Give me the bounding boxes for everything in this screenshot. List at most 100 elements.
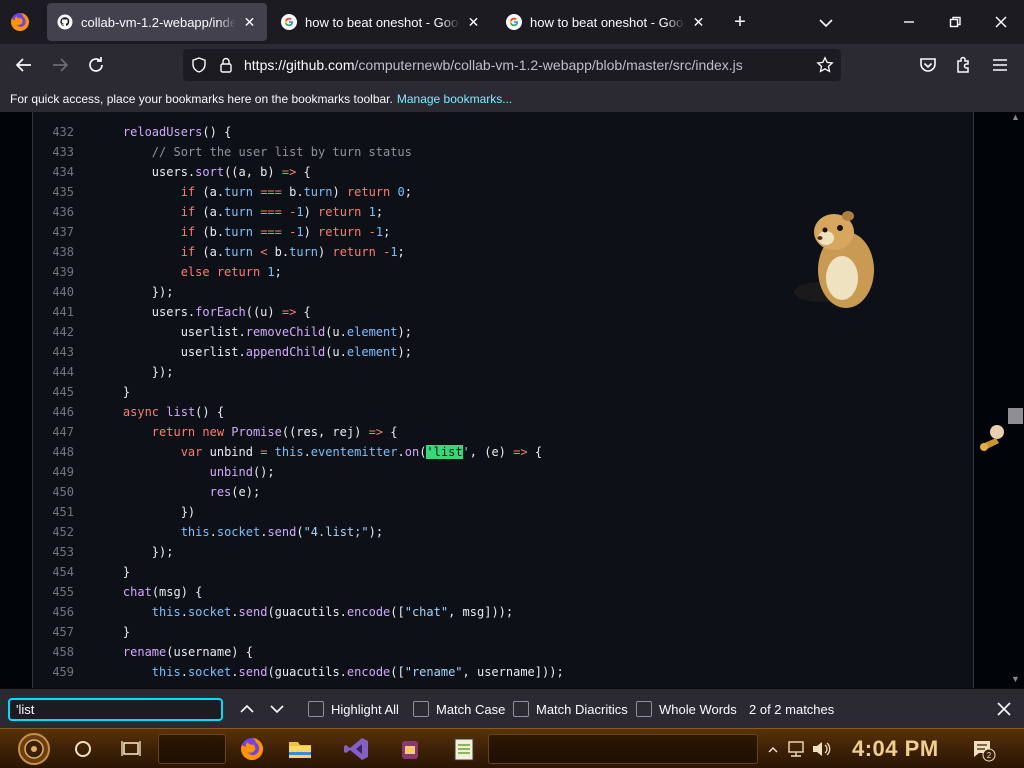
code-line: 434 users.sort((a, b) => { [33,162,973,182]
line-number[interactable]: 435 [33,182,74,202]
line-number[interactable]: 437 [33,222,74,242]
pocket-icon[interactable] [916,53,940,77]
line-number[interactable]: 459 [33,662,74,682]
tracking-protection-shield-icon[interactable] [190,56,208,74]
scrollbar-thumb[interactable] [1008,408,1023,424]
close-window-icon[interactable] [989,10,1013,34]
firefox-taskbar-icon[interactable] [238,733,266,765]
line-number[interactable]: 449 [33,462,74,482]
line-number[interactable]: 440 [33,282,74,302]
find-next-icon[interactable] [267,699,287,719]
line-number[interactable]: 443 [33,342,74,362]
match-diacritics-checkbox[interactable]: Match Diacritics [513,700,628,718]
start-button-icon[interactable] [12,733,56,765]
volume-icon[interactable] [810,733,832,765]
extensions-puzzle-icon[interactable] [952,53,976,77]
taskbar-clock[interactable]: 4:04 PM [852,736,939,762]
code-text: this.socket.send("4.list;"); [180,525,384,539]
restore-icon[interactable] [943,10,967,34]
code-text: if (b.turn === -1) return -1; [180,225,391,239]
code-line: 458 rename(username) { [33,642,973,662]
code-text: users.sort((a, b) => { [94,165,311,179]
checkbox-label: Match Case [436,701,506,717]
find-input[interactable] [8,698,223,721]
bookmarks-hint: For quick access, place your bookmarks h… [10,92,393,106]
back-icon[interactable] [12,53,36,77]
task-view-icon[interactable] [120,733,142,765]
line-number[interactable]: 451 [33,502,74,522]
line-number[interactable]: 444 [33,362,74,382]
line-number[interactable]: 439 [33,262,74,282]
checkbox-box[interactable] [308,701,324,717]
line-number[interactable]: 432 [33,122,74,142]
google-icon [506,14,522,30]
notifications-icon[interactable]: 2 [970,733,996,765]
close-tab-icon[interactable]: ✕ [691,14,706,31]
show-hidden-icons-icon[interactable] [766,733,780,765]
line-number[interactable]: 455 [33,582,74,602]
line-number[interactable]: 445 [33,382,74,402]
line-number[interactable]: 436 [33,202,74,222]
line-number[interactable]: 434 [33,162,74,182]
whole-words-checkbox[interactable]: Whole Words [636,700,737,718]
code-line: 435 if (a.turn === b.turn) return 0; [33,182,973,202]
code-text: async list() { [122,405,225,419]
search-circle-icon[interactable] [72,733,94,765]
line-number[interactable]: 433 [33,142,74,162]
scrollbar-track[interactable] [1007,112,1024,688]
code-text: } [94,625,131,639]
line-number[interactable]: 441 [33,302,74,322]
line-number[interactable]: 457 [33,622,74,642]
scroll-up-icon[interactable]: ▲ [1008,112,1023,124]
notepad-icon[interactable] [450,733,478,765]
bookmark-star-icon[interactable] [816,56,834,74]
bookmarks-toolbar: For quick access, place your bookmarks h… [0,86,1024,112]
checkbox-box[interactable] [636,701,652,717]
new-tab-button[interactable]: + [729,11,751,33]
tab-github-index-js[interactable]: collab-vm-1.2-webapp/index.js ✕ [47,3,267,41]
line-number[interactable]: 458 [33,642,74,662]
line-number[interactable]: 450 [33,482,74,502]
reload-icon[interactable] [84,53,108,77]
code-text: unbind(); [209,465,275,479]
close-tab-icon[interactable]: ✕ [466,14,481,31]
list-all-tabs-icon[interactable] [815,12,837,34]
line-number[interactable]: 454 [33,562,74,582]
close-find-bar-icon[interactable] [994,699,1014,719]
firefox-menu-icon[interactable] [10,12,30,32]
manage-bookmarks-link[interactable]: Manage bookmarks... [397,92,512,106]
url-bar[interactable]: https://github.com/computernewb/collab-v… [183,49,841,81]
line-number[interactable]: 438 [33,242,74,262]
game-character-icon[interactable] [396,733,424,765]
minimize-icon[interactable] [897,10,921,34]
line-number[interactable]: 448 [33,442,74,462]
highlight-all-checkbox[interactable]: Highlight All [308,700,399,718]
file-explorer-icon[interactable] [286,733,314,765]
line-number[interactable]: 442 [33,322,74,342]
code-line: 446 async list() { [33,402,973,422]
line-number[interactable]: 447 [33,422,74,442]
url-path: /computernewb/collab-vm-1.2-webapp/blob/… [354,57,743,73]
tab-google-search-1[interactable]: how to beat oneshot - Google Search ✕ [271,3,491,41]
github-icon [57,14,73,30]
lock-icon[interactable] [217,56,235,74]
code-line: 452 this.socket.send("4.list;"); [33,522,973,542]
match-case-checkbox[interactable]: Match Case [413,700,505,718]
scroll-down-icon[interactable]: ▼ [1008,674,1023,686]
checkbox-box[interactable] [413,701,429,717]
tab-title: how to beat oneshot - Google Search [530,14,685,30]
line-number[interactable]: 446 [33,402,74,422]
forward-icon[interactable] [48,53,72,77]
network-icon[interactable] [786,733,806,765]
close-tab-icon[interactable]: ✕ [242,14,257,31]
line-number[interactable]: 453 [33,542,74,562]
find-previous-icon[interactable] [237,699,257,719]
hamburger-menu-icon[interactable] [988,53,1012,77]
checkbox-box[interactable] [513,701,529,717]
line-number[interactable]: 456 [33,602,74,622]
code-text: res(e); [209,485,261,499]
tab-google-search-2[interactable]: how to beat oneshot - Google Search ✕ [496,3,716,41]
visual-studio-icon[interactable] [342,733,370,765]
line-number[interactable]: 452 [33,522,74,542]
code-line: 456 this.socket.send(guacutils.encode(["… [33,602,973,622]
